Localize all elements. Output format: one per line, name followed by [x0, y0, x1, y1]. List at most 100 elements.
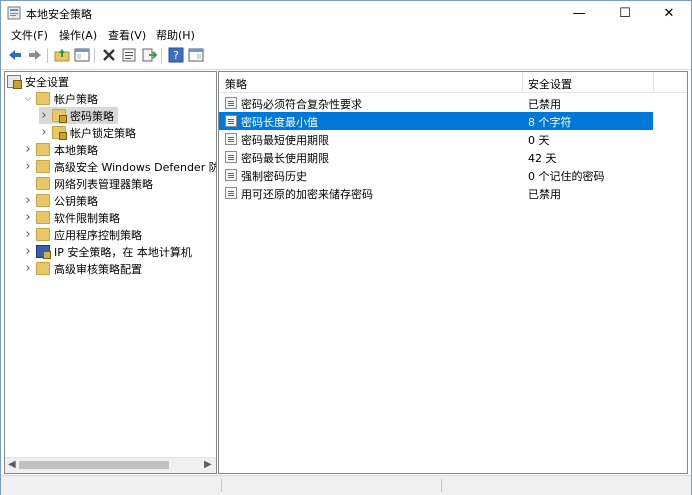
lock-icon [43, 251, 51, 259]
tree-pane: ⌵安全设置 ⌵ 帐户策略 › 密码策略 › 帐户锁定策略 › 本地策略 › 高级安全 Windows… [4, 71, 217, 474]
policy-name: 强制密码历史 [241, 170, 307, 183]
minimize-icon: — [572, 5, 586, 21]
collapse-chevron-icon[interactable]: ⌵ [23, 94, 33, 104]
policy-setting: 0 天 [528, 134, 550, 147]
scrollbar-thumb[interactable] [19, 461, 169, 469]
policy-name: 用可还原的加密来储存密码 [241, 188, 373, 201]
tree-item-label: 公钥策略 [54, 194, 98, 208]
policy-icon [225, 151, 237, 163]
tree-item-label: IP 安全策略，在 本地计算机 [54, 245, 192, 259]
policy-name: 密码长度最小值 [241, 116, 318, 129]
view-icon[interactable] [188, 47, 204, 63]
status-divider [441, 479, 442, 492]
expand-chevron-icon[interactable]: › [23, 261, 33, 276]
folder-icon [36, 143, 50, 156]
back-icon[interactable] [7, 47, 23, 63]
local-security-policy-window: 本地安全策略 — ☐ ✕ 文件(F) 操作(A) 查看(V) 帮助(H) ? 安… [0, 0, 692, 495]
help-icon[interactable]: ? [168, 47, 184, 63]
show-tree-icon[interactable] [74, 47, 90, 63]
tree-item[interactable]: › 密码策略 [39, 107, 118, 124]
tree-item-label: 帐户锁定策略 [70, 126, 136, 140]
toolbar-separator [161, 48, 162, 63]
minimize-button[interactable]: — [556, 1, 602, 25]
toolbar-separator [47, 48, 48, 63]
tree-item[interactable]: 网络列表管理器策略 [23, 175, 153, 192]
expand-chevron-icon[interactable]: › [23, 227, 33, 242]
column-divider[interactable] [653, 72, 654, 92]
tree-item[interactable]: › 高级安全 Windows Defender 防火墙 [23, 158, 216, 175]
close-button[interactable]: ✕ [646, 1, 692, 25]
properties-icon[interactable] [121, 47, 137, 63]
tree-item[interactable]: ⌵安全设置 [7, 73, 69, 90]
folder-icon [36, 262, 50, 275]
folder-icon [36, 194, 50, 207]
tree-item[interactable]: › 软件限制策略 [23, 209, 120, 226]
list-header: ⌃ 策略 安全设置 [219, 72, 687, 93]
policy-row[interactable]: 强制密码历史 0 个记住的密码 [219, 166, 687, 184]
tree-item-label: 高级安全 Windows Defender 防火墙 [54, 160, 216, 174]
policy-setting: 42 天 [528, 152, 557, 165]
folder-icon [36, 92, 50, 105]
folder-lock-icon [52, 126, 67, 140]
policy-row[interactable]: 用可还原的加密来储存密码 已禁用 [219, 184, 687, 202]
expand-chevron-icon[interactable]: › [39, 125, 49, 140]
security-settings-icon [7, 75, 22, 89]
scroll-right-icon[interactable]: ▶ [204, 459, 212, 470]
expand-chevron-icon[interactable]: › [23, 210, 33, 225]
sort-indicator-icon: ⌃ [367, 71, 375, 79]
horizontal-scrollbar[interactable]: ◀ ▶ [5, 457, 216, 473]
close-icon: ✕ [663, 5, 675, 21]
folder-icon [36, 160, 50, 173]
menu-help[interactable]: 帮助(H) [156, 27, 195, 43]
expand-chevron-icon[interactable]: › [23, 142, 33, 157]
column-header-setting[interactable]: 安全设置 [528, 76, 572, 92]
tree-item[interactable]: › 应用程序控制策略 [23, 226, 142, 243]
column-header-policy[interactable]: 策略 [225, 76, 247, 92]
toolbar-separator [94, 48, 95, 63]
policy-setting: 已禁用 [528, 188, 561, 201]
folder-icon [36, 211, 50, 224]
tree-item-label: 网络列表管理器策略 [54, 177, 153, 191]
menu-bar: 文件(F) 操作(A) 查看(V) 帮助(H) [1, 25, 691, 43]
window-title: 本地安全策略 [26, 8, 92, 21]
tree-item[interactable]: › 高级审核策略配置 [23, 260, 142, 277]
export-icon[interactable] [141, 47, 157, 63]
title-bar: 本地安全策略 — ☐ ✕ [1, 1, 691, 25]
status-bar [1, 475, 691, 495]
expand-chevron-icon[interactable]: › [23, 193, 33, 208]
folder-icon [36, 228, 50, 241]
policy-row[interactable]: 密码必须符合复杂性要求 已禁用 [219, 94, 687, 112]
policy-setting: 已禁用 [528, 98, 561, 111]
tree-item[interactable]: › IP 安全策略，在 本地计算机 [23, 243, 192, 260]
menu-file[interactable]: 文件(F) [11, 27, 48, 43]
policy-icon [225, 133, 237, 145]
up-folder-icon[interactable] [54, 47, 70, 63]
folder-lock-icon [52, 109, 67, 123]
tree-item[interactable]: ⌵ 帐户策略 [23, 90, 98, 107]
ip-security-icon [36, 245, 51, 259]
policy-row[interactable]: 密码最长使用期限 42 天 [219, 148, 687, 166]
policy-row[interactable]: 密码长度最小值 8 个字符 [219, 112, 653, 130]
tree-item[interactable]: › 本地策略 [23, 141, 98, 158]
scroll-left-icon[interactable]: ◀ [8, 459, 16, 470]
tree-item-label: 软件限制策略 [54, 211, 120, 225]
expand-chevron-icon[interactable]: › [39, 108, 49, 123]
tree-item[interactable]: › 公钥策略 [23, 192, 98, 209]
menu-action[interactable]: 操作(A) [59, 27, 97, 43]
svg-text:?: ? [173, 49, 179, 62]
tree-item-label: 帐户策略 [54, 92, 98, 106]
expand-chevron-icon[interactable]: › [23, 159, 33, 174]
tree-item-label: 密码策略 [70, 109, 114, 123]
policy-icon [225, 169, 237, 181]
expand-chevron-icon[interactable]: › [23, 244, 33, 259]
lock-icon [59, 132, 67, 140]
column-divider[interactable] [522, 72, 523, 92]
menu-view[interactable]: 查看(V) [108, 27, 146, 43]
tree-item[interactable]: › 帐户锁定策略 [39, 124, 136, 141]
policy-row[interactable]: 密码最短使用期限 0 天 [219, 130, 687, 148]
forward-icon[interactable] [27, 47, 43, 63]
policy-list-pane: ⌃ 策略 安全设置 密码必须符合复杂性要求 已禁用 密码长度最小值 8 个字符 密码最短… [218, 71, 688, 474]
maximize-button[interactable]: ☐ [602, 1, 648, 25]
policy-icon [225, 97, 237, 109]
delete-icon[interactable] [101, 47, 117, 63]
